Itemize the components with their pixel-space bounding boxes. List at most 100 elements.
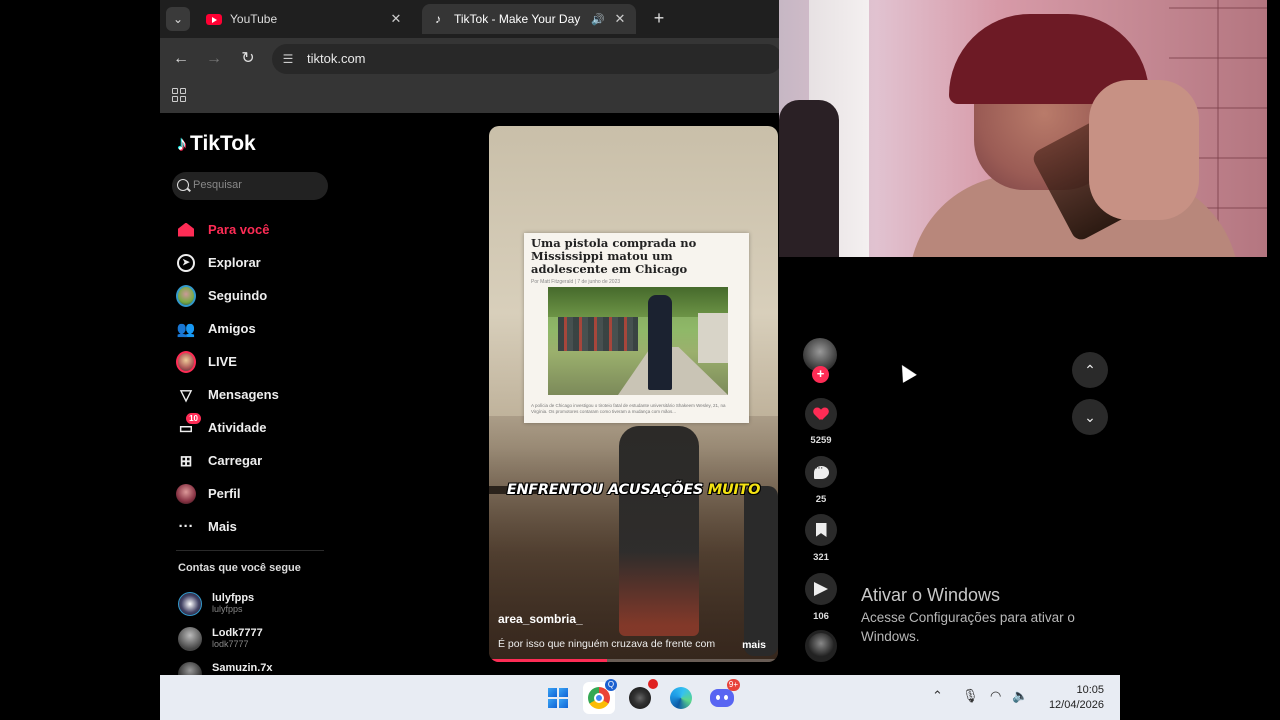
compass-icon: ➤ — [176, 253, 196, 273]
url-text: tiktok.com — [307, 51, 366, 66]
sidebar-item-mensagens[interactable]: ▽ Mensagens — [176, 378, 336, 411]
reload-icon[interactable]: ↻ — [237, 48, 259, 70]
tiktok-logo[interactable]: ♪ TikTok — [177, 132, 256, 156]
volume-icon[interactable]: 🔈 — [1012, 688, 1028, 704]
chevron-up-icon[interactable]: ⌃ — [932, 688, 943, 704]
sidebar-item-label: Seguindo — [208, 288, 268, 303]
activity-badge: 10 — [186, 412, 201, 424]
obs-icon — [629, 687, 651, 709]
close-icon[interactable]: ✕ — [388, 11, 404, 27]
discord-badge: 9+ — [726, 679, 740, 691]
avatar — [178, 661, 202, 675]
sidebar-item-label: Amigos — [208, 321, 256, 336]
sidebar-item-amigos[interactable]: 👥 Amigos — [176, 312, 336, 345]
follow-plus-icon[interactable]: + — [812, 366, 829, 383]
recording-dot-icon — [648, 679, 658, 689]
edge-taskbar-button[interactable] — [665, 682, 697, 714]
video-description: É por isso que ninguém cruzava de frente… — [498, 638, 716, 650]
like-button[interactable] — [805, 398, 837, 430]
sidebar-menu: Para você ➤ Explorar Seguindo 👥 Amigos L… — [176, 213, 336, 543]
mouse-cursor — [895, 361, 917, 383]
obs-taskbar-button[interactable] — [624, 679, 658, 714]
sidebar-item-carregar[interactable]: ⊞ Carregar — [176, 444, 336, 477]
forward-icon[interactable]: → — [203, 48, 225, 70]
video-caption-overlay: ENFRENTOU ACUSAÇÕES MUITO — [489, 482, 778, 498]
youtube-icon — [206, 13, 222, 25]
address-bar[interactable]: ☰ tiktok.com — [272, 44, 780, 74]
sidebar-item-live[interactable]: LIVE — [176, 345, 336, 378]
caption-highlight: MUITO — [707, 482, 761, 498]
bookmarks-bar — [160, 80, 780, 113]
sidebar-item-label: Perfil — [208, 486, 241, 501]
clipping-byline: Por Matt Fitzgerald | 7 de junho de 2023 — [531, 279, 621, 285]
tiktok-page: ♪ TikTok Pesquisar Para você ➤ Explorar — [160, 113, 780, 675]
microphone-icon[interactable]: 🎙 — [962, 688, 979, 704]
search-placeholder: Pesquisar — [193, 179, 242, 191]
clock-time: 10:05 — [1076, 684, 1104, 696]
account-name: lulyfpps — [212, 592, 255, 604]
previous-video-button[interactable]: ⌃ — [1072, 352, 1108, 388]
next-video-button[interactable]: ⌄ — [1072, 399, 1108, 435]
account-name: Lodk7777 — [212, 627, 263, 639]
like-count: 5259 — [810, 435, 832, 446]
back-icon[interactable]: ← — [170, 48, 192, 70]
brand-name: TikTok — [190, 132, 256, 155]
upload-icon: ⊞ — [179, 452, 193, 470]
video-player[interactable]: Uma pistola comprada no Mississippi mato… — [489, 126, 778, 662]
share-button[interactable] — [805, 573, 837, 605]
start-button[interactable] — [542, 682, 574, 714]
home-icon — [176, 220, 196, 240]
sidebar-item-label: Atividade — [208, 420, 267, 435]
save-count: 321 — [813, 552, 829, 563]
chrome-badge: Q — [605, 679, 617, 691]
tiktok-icon: ♪ — [435, 12, 441, 26]
webcam-overlay — [779, 0, 1267, 257]
music-disc-icon[interactable] — [805, 630, 837, 662]
friends-icon: 👥 — [176, 320, 196, 338]
save-button[interactable] — [805, 514, 837, 546]
live-avatar-icon — [176, 350, 196, 373]
sidebar-item-label: Carregar — [208, 453, 263, 468]
sidebar-item-explorar[interactable]: ➤ Explorar — [176, 246, 336, 279]
following-section-title: Contas que você segue — [178, 562, 301, 574]
more-link[interactable]: mais — [742, 639, 766, 651]
tab-title: TikTok - Make Your Day — [454, 12, 581, 26]
paper-plane-icon: ▽ — [180, 386, 192, 404]
tab-search-button[interactable]: ⌄ — [166, 7, 190, 31]
sidebar-item-label: Explorar — [208, 255, 261, 270]
video-author[interactable]: area_sombria_ — [498, 612, 583, 626]
activity-icon: ▭ 10 — [176, 412, 201, 438]
heart-icon — [814, 408, 828, 421]
sidebar-item-atividade[interactable]: ▭ 10 Atividade — [176, 411, 336, 444]
video-person-2 — [744, 486, 778, 656]
following-account[interactable]: Samuzin.7xautamat570 — [178, 656, 273, 675]
following-account[interactable]: Lodk7777 lodk7777 — [178, 621, 273, 656]
share-icon — [814, 582, 828, 596]
wifi-icon[interactable]: ◠ — [990, 688, 1001, 704]
sidebar-item-label: Mensagens — [208, 387, 279, 402]
windows-icon — [548, 688, 568, 708]
chrome-icon — [588, 687, 610, 709]
apps-icon[interactable] — [172, 88, 186, 102]
sidebar-item-para-voce[interactable]: Para você — [176, 213, 336, 246]
following-account[interactable]: lulyfpps lulyfpps — [178, 586, 273, 621]
chrome-taskbar-button[interactable]: Q — [583, 679, 617, 714]
discord-taskbar-button[interactable]: 9+ — [706, 679, 740, 714]
tab-youtube[interactable]: YouTube ✕ — [198, 4, 412, 34]
sidebar-item-seguindo[interactable]: Seguindo — [176, 279, 336, 312]
site-settings-icon[interactable]: ☰ — [280, 51, 296, 67]
speaker-icon[interactable]: 🔊 — [590, 13, 606, 26]
tiktok-note-icon: ♪ — [177, 132, 187, 155]
video-progress-bar[interactable] — [489, 659, 778, 662]
sidebar-item-perfil[interactable]: Perfil — [176, 477, 336, 510]
news-clipping: Uma pistola comprada no Mississippi mato… — [524, 233, 749, 423]
system-clock[interactable]: 10:05 12/04/2026 — [1034, 683, 1104, 713]
sidebar-item-mais[interactable]: ··· Mais — [176, 510, 336, 543]
new-tab-button[interactable]: + — [648, 8, 670, 30]
close-icon[interactable]: ✕ — [612, 11, 628, 27]
tab-tiktok[interactable]: ♪ TikTok - Make Your Day 🔊 ✕ — [422, 4, 636, 34]
more-icon: ··· — [178, 518, 194, 535]
search-input[interactable]: Pesquisar — [172, 172, 328, 200]
sidebar-divider — [176, 550, 324, 551]
comment-button[interactable] — [805, 456, 837, 488]
